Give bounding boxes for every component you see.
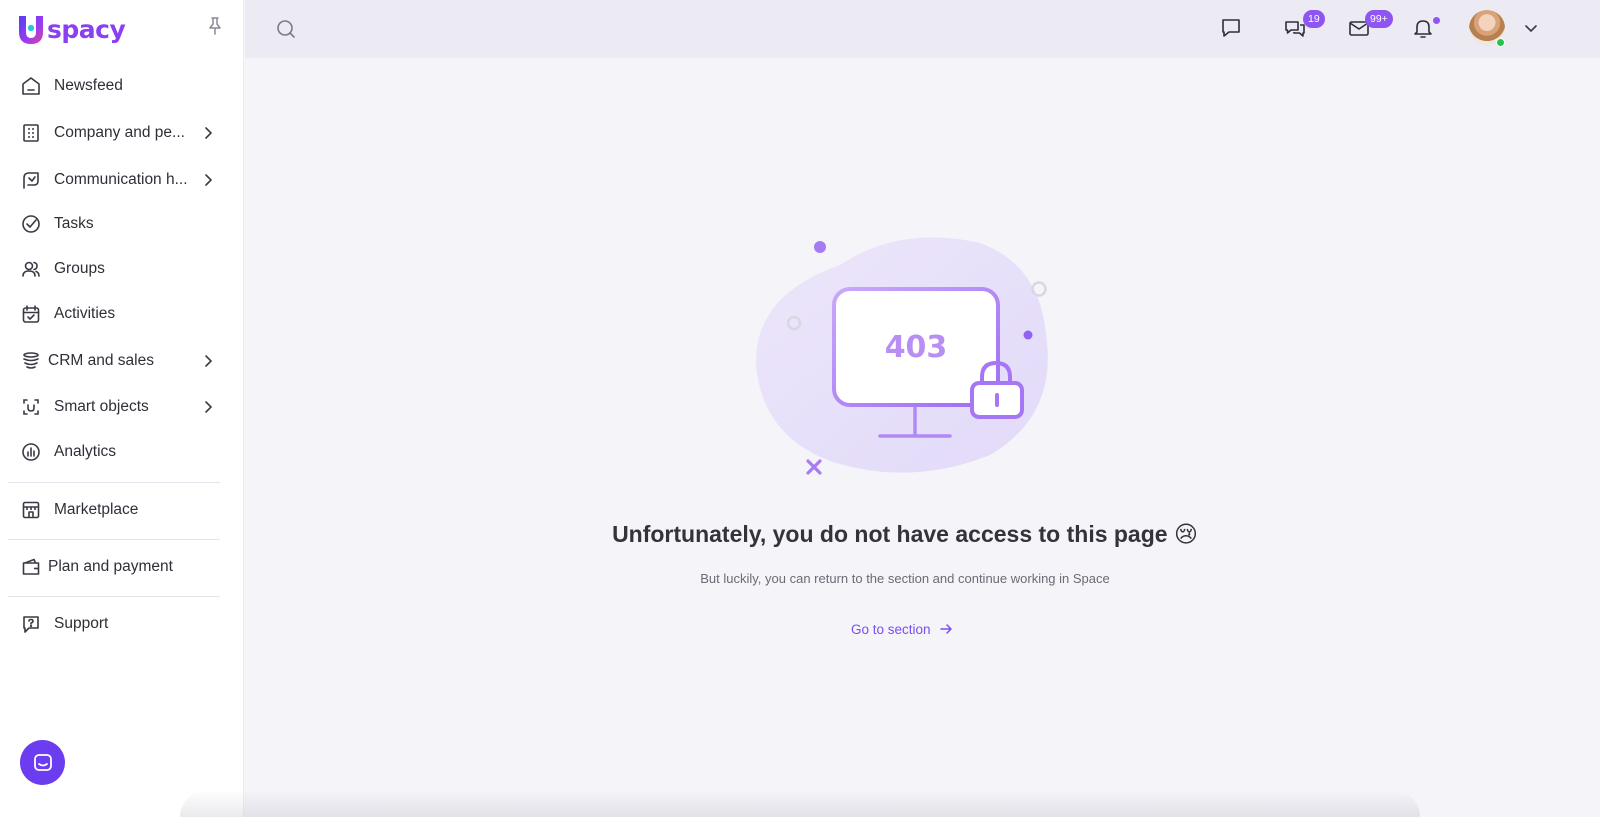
error-subtitle: But luckily, you can return to the secti… [700,571,1110,586]
online-status-dot [1496,38,1505,47]
error-title: Unfortunately, you do not have access to… [612,521,1198,547]
chevron-right-icon [205,401,213,413]
sidebar-item-label: Groups [54,260,105,277]
help-chat-icon [20,613,42,635]
sidebar-item-label: CRM and sales [48,352,154,369]
sidebar-item-label: Analytics [54,443,117,460]
sidebar-item-label: Activities [54,305,116,322]
sidebar-divider [8,539,220,540]
notifications-dot [1433,17,1440,24]
sidebar-item-label: Newsfeed [54,77,123,94]
sidebar-item-crm[interactable]: CRM and sales [8,341,236,381]
sidebar-item-label: Tasks [54,215,94,232]
chats-badge: 19 [1303,10,1325,28]
sidebar-item-support[interactable]: Support [8,604,236,644]
scan-face-icon [20,396,42,418]
bell-icon[interactable] [1411,16,1435,40]
chart-circle-icon [20,441,42,463]
sidebar-item-groups[interactable]: Groups [8,249,236,289]
sidebar-item-plan-payment[interactable]: Plan and payment [8,547,236,587]
decor-ring [1031,281,1047,297]
sidebar-item-label: Plan and payment [48,558,173,575]
decor-cross [806,459,822,475]
mail-badge: 99+ [1365,10,1393,28]
logo-mark-icon [19,16,43,44]
chevron-right-icon [205,355,213,367]
pin-icon[interactable] [206,16,224,36]
check-circle-icon [20,213,42,235]
sidebar-item-label: Marketplace [54,501,139,518]
sidebar-divider [8,482,220,483]
coins-stack-icon [20,350,42,372]
chevron-right-icon [205,127,213,139]
sidebar-item-label: Smart objects [54,398,149,415]
go-to-section-link[interactable]: Go to section [851,619,953,639]
app-logo[interactable]: spacy [16,12,126,46]
chevron-right-icon [205,174,213,186]
decor-dot [814,241,826,253]
users-icon [20,258,42,280]
sidebar-item-smart-objects[interactable]: Smart objects [8,387,236,427]
sidebar-item-analytics[interactable]: Analytics [8,432,236,472]
sidebar-item-label: Support [54,615,109,632]
messages-icon[interactable] [1219,16,1243,40]
search-icon[interactable] [275,18,297,40]
communication-icon [20,169,42,191]
logo-text: spacy [47,14,126,44]
wallet-icon [20,556,42,578]
decor-dot [1023,330,1033,340]
access-denied-illustration: 403 [755,237,1048,475]
error-code: 403 [885,330,948,365]
building-icon [20,122,42,144]
home-icon [20,75,42,97]
bottom-shadow [180,790,1420,817]
chevron-down-icon[interactable] [1523,20,1539,36]
sidebar-item-company[interactable]: Company and pe... [8,113,236,153]
chat-bubble-icon [33,753,52,771]
store-icon [20,499,42,521]
topbar: 19 99+ [245,0,1600,58]
sidebar: spacy Newsfeed Company and pe... Communi… [0,0,244,817]
go-to-section-label: Go to section [851,621,931,637]
calendar-check-icon [20,303,42,325]
support-chat-button[interactable] [20,740,65,785]
arrow-right-icon [939,624,952,634]
sidebar-item-label: Company and pe... [54,124,185,141]
sidebar-item-tasks[interactable]: Tasks [8,204,236,244]
sidebar-item-newsfeed[interactable]: Newsfeed [8,66,236,106]
sidebar-item-communication[interactable]: Communication h... [8,160,236,200]
sidebar-item-label: Communication h... [54,171,188,188]
sidebar-item-activities[interactable]: Activities [8,294,236,334]
sidebar-item-marketplace[interactable]: Marketplace [8,490,236,530]
sidebar-divider [8,596,220,597]
